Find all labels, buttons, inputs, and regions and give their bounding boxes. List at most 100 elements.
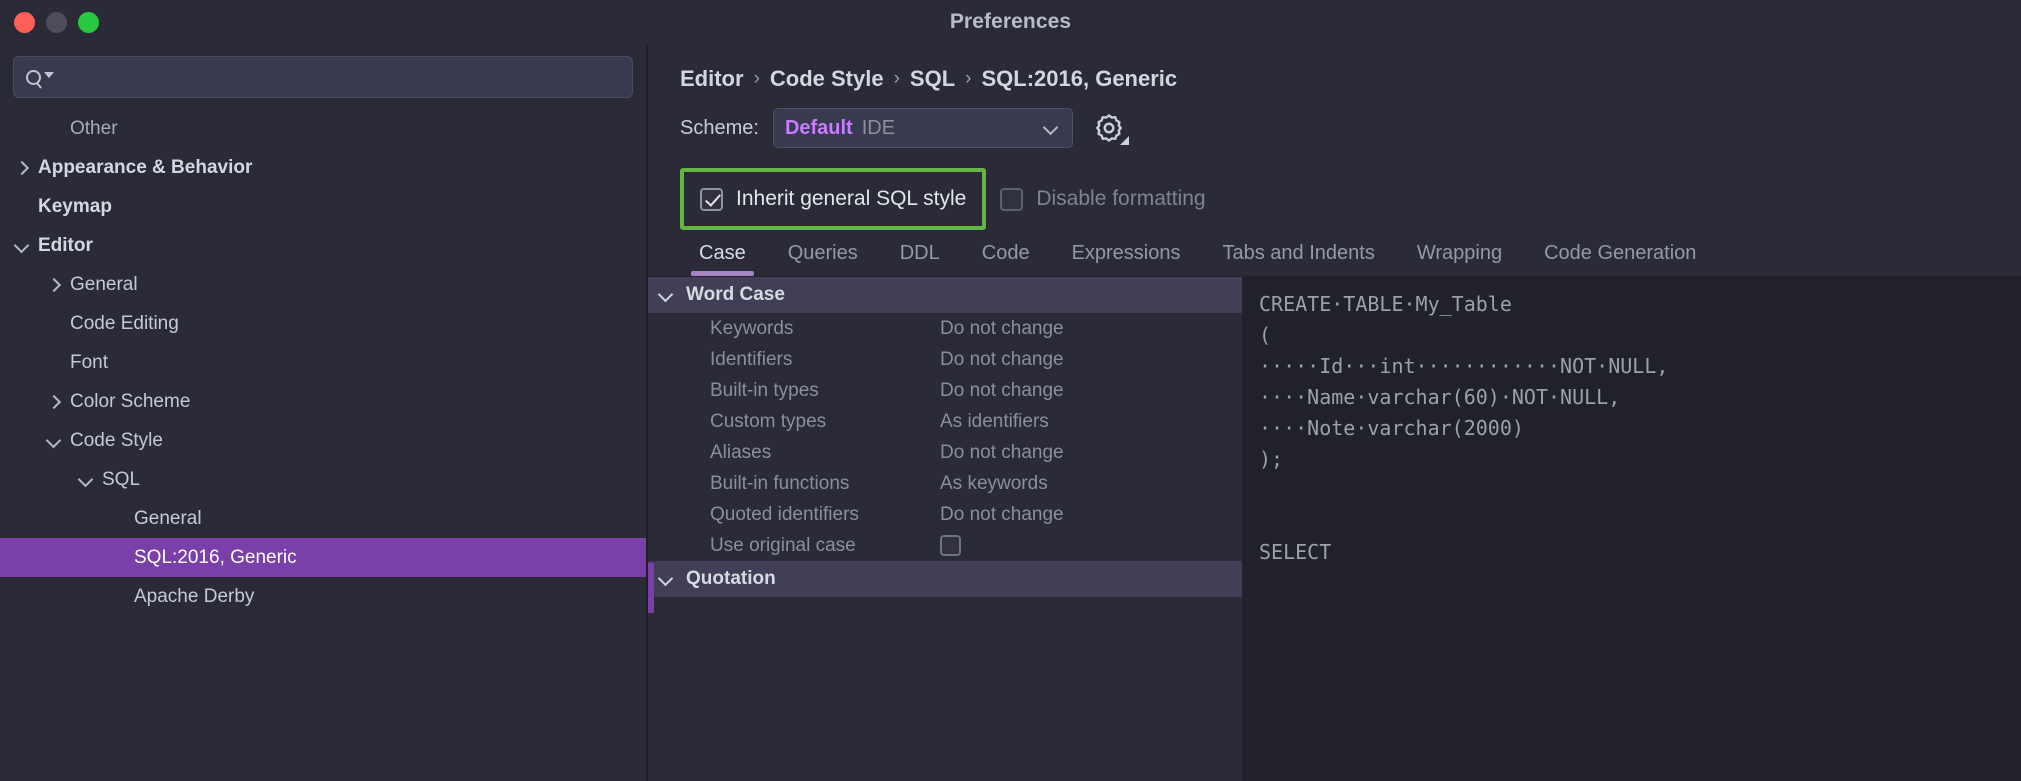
chevron-down-icon[interactable]: [658, 287, 674, 303]
tree-spacer: [14, 199, 30, 215]
sidebar-item-label: Color Scheme: [70, 391, 190, 413]
tab-wrapping[interactable]: Wrapping: [1396, 242, 1523, 276]
sidebar-item-font[interactable]: Font: [0, 343, 646, 382]
sidebar-item-sql[interactable]: SQL: [0, 460, 646, 499]
search-input[interactable]: [54, 67, 620, 87]
checkbox-inherit-general-sql-style[interactable]: Inherit general SQL style: [680, 168, 986, 230]
chevron-down-icon: [1043, 120, 1059, 136]
breadcrumb-item[interactable]: Editor: [680, 66, 744, 92]
sidebar-item-label: Keymap: [38, 196, 112, 218]
sidebar-item-general[interactable]: General: [0, 265, 646, 304]
window-body: Other Appearance & Behavior Keymap Editor Ge…: [0, 44, 2021, 781]
option-value[interactable]: Do not change: [940, 442, 1064, 464]
settings-tab-bar: CaseQueriesDDLCodeExpressionsTabs and In…: [648, 230, 2021, 276]
sidebar-item-label: General: [134, 508, 202, 530]
section-header-word-case[interactable]: Word Case: [648, 277, 1242, 313]
option-value[interactable]: As keywords: [940, 473, 1048, 495]
breadcrumb-item[interactable]: SQL:2016, Generic: [981, 66, 1177, 92]
option-value[interactable]: Do not change: [940, 380, 1064, 402]
sidebar-item-code-style[interactable]: Code Style: [0, 421, 646, 460]
option-label: Custom types: [648, 411, 940, 433]
checkbox-checked-icon[interactable]: [700, 188, 723, 211]
breadcrumb: Editor›Code Style›SQL›SQL:2016, Generic: [648, 44, 2021, 92]
section-title: Quotation: [686, 568, 776, 590]
option-row[interactable]: AliasesDo not change: [648, 437, 1242, 468]
sidebar-item-sql-2016-generic[interactable]: SQL:2016, Generic: [0, 538, 646, 577]
sidebar-item-label: Code Editing: [70, 313, 179, 335]
tree-spacer: [110, 550, 126, 566]
option-row[interactable]: Use original case: [648, 530, 1242, 561]
sidebar-item-label: Appearance & Behavior: [38, 157, 252, 179]
sidebar-item-label: Apache Derby: [134, 586, 254, 608]
search-container: [0, 44, 646, 107]
tab-ddl[interactable]: DDL: [879, 242, 961, 276]
option-label: Identifiers: [648, 349, 940, 371]
tree-spacer: [46, 316, 62, 332]
sidebar-item-label: General: [70, 274, 138, 296]
tree-spacer: [110, 589, 126, 605]
code-preview: CREATE·TABLE·My_Table ( ·····Id···int···…: [1243, 277, 2021, 781]
scheme-label: Scheme:: [680, 117, 759, 140]
option-value[interactable]: Do not change: [940, 504, 1064, 526]
checkbox-unchecked-icon[interactable]: [1000, 188, 1023, 211]
settings-tree: Other Appearance & Behavior Keymap Editor Ge…: [0, 107, 646, 781]
option-value[interactable]: As identifiers: [940, 411, 1049, 433]
search-box[interactable]: [13, 56, 633, 98]
breadcrumb-item[interactable]: SQL: [910, 66, 955, 92]
breadcrumb-item[interactable]: Code Style: [770, 66, 884, 92]
chevron-down-icon[interactable]: [658, 571, 674, 587]
tab-code[interactable]: Code: [961, 242, 1051, 276]
option-row[interactable]: Quoted identifiersDo not change: [648, 499, 1242, 530]
option-label: Keywords: [648, 318, 940, 340]
scheme-dropdown[interactable]: Default IDE: [773, 108, 1073, 148]
sidebar-item-color-scheme[interactable]: Color Scheme: [0, 382, 646, 421]
tab-tabs-and-indents[interactable]: Tabs and Indents: [1202, 242, 1396, 276]
chevron-right-icon[interactable]: [14, 160, 30, 176]
chevron-right-icon[interactable]: [46, 277, 62, 293]
option-label: Aliases: [648, 442, 940, 464]
title-bar: Preferences: [0, 0, 2021, 44]
chevron-down-icon[interactable]: [14, 238, 30, 254]
checkbox-label: Disable formatting: [1036, 187, 1205, 211]
sidebar-item-other[interactable]: Other: [0, 109, 646, 148]
breadcrumb-separator: ›: [965, 68, 971, 90]
section-header-quotation[interactable]: Quotation: [648, 561, 1242, 597]
tab-case[interactable]: Case: [678, 242, 767, 276]
tab-queries[interactable]: Queries: [767, 242, 879, 276]
sidebar-item-general[interactable]: General: [0, 499, 646, 538]
option-value[interactable]: Do not change: [940, 318, 1064, 340]
tab-code-generation[interactable]: Code Generation: [1523, 242, 1717, 276]
option-label: Quoted identifiers: [648, 504, 940, 526]
tree-spacer: [46, 121, 62, 137]
tree-selection-indicator: [648, 563, 654, 613]
sidebar-item-label: SQL: [102, 469, 140, 491]
sidebar-item-code-editing[interactable]: Code Editing: [0, 304, 646, 343]
chevron-down-icon[interactable]: [78, 472, 94, 488]
option-value[interactable]: Do not change: [940, 349, 1064, 371]
breadcrumb-separator: ›: [894, 68, 900, 90]
option-row[interactable]: Custom typesAs identifiers: [648, 406, 1242, 437]
option-label: Use original case: [648, 535, 940, 557]
option-row[interactable]: KeywordsDo not change: [648, 313, 1242, 344]
sidebar-item-apache-derby[interactable]: Apache Derby: [0, 577, 646, 616]
settings-options-list: Word CaseKeywordsDo not changeIdentifier…: [648, 277, 1243, 781]
sidebar-item-keymap[interactable]: Keymap: [0, 187, 646, 226]
checkbox-disable-formatting[interactable]: Disable formatting: [986, 168, 1219, 230]
gear-icon[interactable]: [1092, 111, 1126, 145]
chevron-down-icon[interactable]: [46, 433, 62, 449]
chevron-right-icon[interactable]: [46, 394, 62, 410]
sidebar-item-editor[interactable]: Editor: [0, 226, 646, 265]
option-checkbox[interactable]: [940, 535, 961, 556]
sidebar-item-appearance-behavior[interactable]: Appearance & Behavior: [0, 148, 646, 187]
preferences-window: Preferences Other Appearance & Behavior Ke…: [0, 0, 2021, 781]
sidebar-item-label: Code Style: [70, 430, 163, 452]
tab-expressions[interactable]: Expressions: [1051, 242, 1202, 276]
option-row[interactable]: Built-in typesDo not change: [648, 375, 1242, 406]
sidebar-item-label: Other: [70, 118, 118, 140]
option-label: Built-in functions: [648, 473, 940, 495]
option-row[interactable]: IdentifiersDo not change: [648, 344, 1242, 375]
sidebar-item-label: Editor: [38, 235, 93, 257]
settings-panes: Word CaseKeywordsDo not changeIdentifier…: [648, 276, 2021, 781]
scheme-sublabel: IDE: [862, 117, 895, 140]
option-row[interactable]: Built-in functionsAs keywords: [648, 468, 1242, 499]
